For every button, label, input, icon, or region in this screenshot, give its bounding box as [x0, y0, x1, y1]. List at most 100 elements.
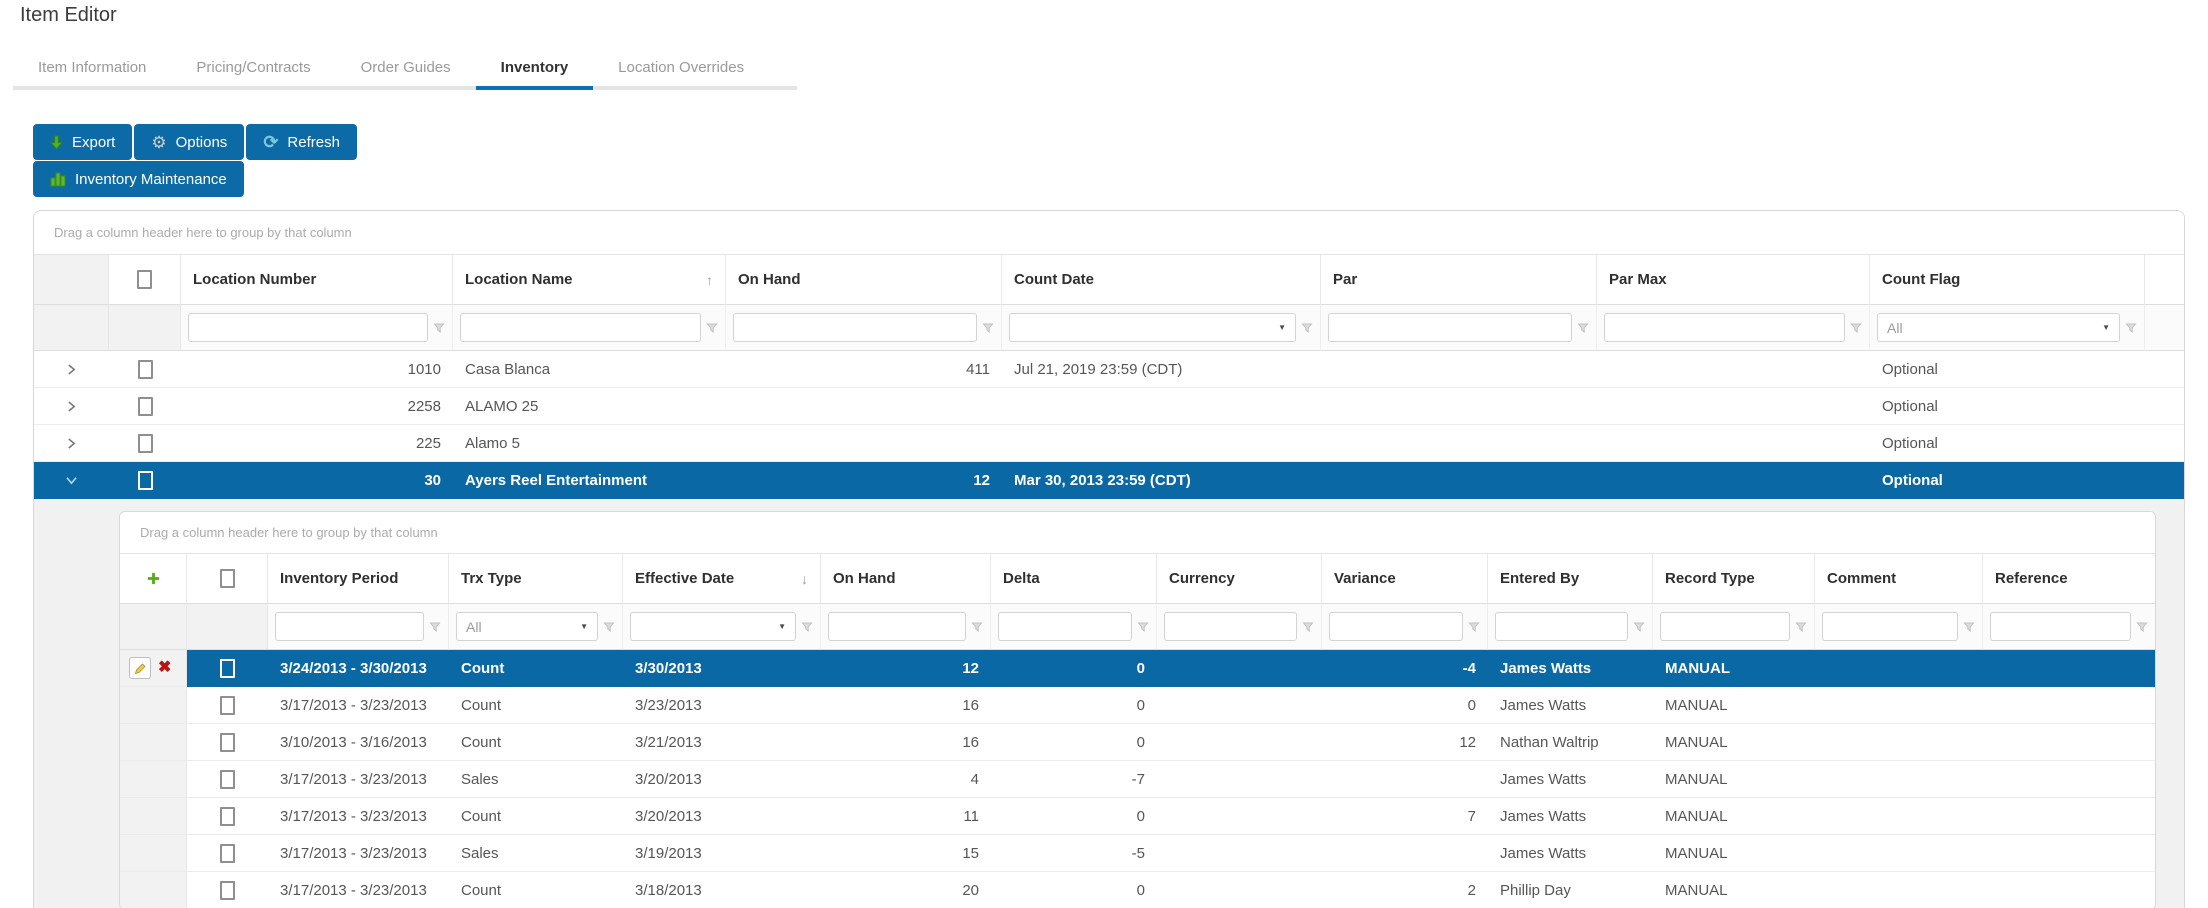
row-checkbox[interactable]: [220, 733, 235, 752]
column-header-on-hand[interactable]: On Hand: [821, 554, 991, 604]
inventory-period-filter-input[interactable]: [275, 612, 424, 641]
column-header-inventory-period[interactable]: Inventory Period: [268, 554, 449, 604]
locations-group-panel[interactable]: Drag a column header here to group by th…: [34, 211, 2184, 255]
column-header-par-max[interactable]: Par Max: [1597, 255, 1870, 305]
row-checkbox[interactable]: [220, 770, 235, 789]
row-checkbox-cell[interactable]: [187, 687, 268, 724]
row-checkbox[interactable]: [220, 659, 235, 678]
column-header-count-flag[interactable]: Count Flag: [1870, 255, 2145, 305]
tab-location-overrides[interactable]: Location Overrides: [593, 52, 769, 86]
filter-funnel-icon[interactable]: [1963, 621, 1975, 633]
row-checkbox-cell[interactable]: [109, 351, 181, 388]
column-header-reference[interactable]: Reference: [1983, 554, 2155, 604]
edit-icon[interactable]: [129, 657, 151, 679]
tab-item-information[interactable]: Item Information: [13, 52, 171, 86]
transaction-row[interactable]: 3/10/2013 - 3/16/2013 Count 3/21/2013 16…: [120, 724, 2155, 761]
filter-funnel-icon[interactable]: [433, 322, 445, 334]
location-row-alamo-5[interactable]: 225 Alamo 5 Optional: [34, 425, 2184, 462]
row-checkbox-cell[interactable]: [187, 761, 268, 798]
par-filter-input[interactable]: [1328, 313, 1572, 342]
filter-funnel-icon[interactable]: [1577, 322, 1589, 334]
filter-funnel-icon[interactable]: [1468, 621, 1480, 633]
filter-funnel-icon[interactable]: [2136, 621, 2148, 633]
filter-funnel-icon[interactable]: [982, 322, 994, 334]
location-row-alamo-25[interactable]: 2258 ALAMO 25 Optional: [34, 388, 2184, 425]
row-checkbox-cell[interactable]: [109, 425, 181, 462]
row-checkbox[interactable]: [220, 696, 235, 715]
refresh-button[interactable]: ⟳ Refresh: [246, 124, 357, 160]
row-checkbox-cell[interactable]: [109, 388, 181, 425]
filter-funnel-icon[interactable]: [429, 621, 441, 633]
count-date-filter-select[interactable]: ▼: [1009, 313, 1296, 342]
delta-filter-input[interactable]: [998, 612, 1132, 641]
filter-funnel-icon[interactable]: [603, 621, 615, 633]
reference-filter-input[interactable]: [1990, 612, 2131, 641]
filter-funnel-icon[interactable]: [801, 621, 813, 633]
variance-filter-input[interactable]: [1329, 612, 1463, 641]
on-hand-filter-input[interactable]: [828, 612, 966, 641]
record-type-filter-input[interactable]: [1660, 612, 1790, 641]
transaction-row[interactable]: 3/17/2013 - 3/23/2013 Sales 3/19/2013 15…: [120, 835, 2155, 872]
filter-funnel-icon[interactable]: [1850, 322, 1862, 334]
column-header-record-type[interactable]: Record Type: [1653, 554, 1815, 604]
entered-by-filter-input[interactable]: [1495, 612, 1628, 641]
row-checkbox[interactable]: [220, 807, 235, 826]
trx-type-filter-select[interactable]: All▼: [456, 612, 598, 641]
row-checkbox-cell[interactable]: [109, 462, 181, 499]
location-row-ayers-reel-entertainment[interactable]: 30 Ayers Reel Entertainment 12 Mar 30, 2…: [34, 462, 2184, 499]
filter-funnel-icon[interactable]: [971, 621, 983, 633]
on-hand-filter-input[interactable]: [733, 313, 977, 342]
tab-pricing-contracts[interactable]: Pricing/Contracts: [171, 52, 335, 86]
filter-funnel-icon[interactable]: [1302, 621, 1314, 633]
count-flag-filter-select[interactable]: All▼: [1877, 313, 2120, 342]
row-checkbox[interactable]: [138, 397, 153, 416]
row-checkbox-cell[interactable]: [187, 872, 268, 908]
transaction-row[interactable]: 3/17/2013 - 3/23/2013 Count 3/18/2013 20…: [120, 872, 2155, 908]
transaction-row[interactable]: 3/17/2013 - 3/23/2013 Count 3/23/2013 16…: [120, 687, 2155, 724]
column-header-trx-type[interactable]: Trx Type: [449, 554, 623, 604]
filter-funnel-icon[interactable]: [1795, 621, 1807, 633]
column-header-entered-by[interactable]: Entered By: [1488, 554, 1653, 604]
delete-icon[interactable]: ✖: [158, 660, 171, 676]
select-all-column-header[interactable]: [109, 255, 181, 305]
location-row-casa-blanca[interactable]: 1010 Casa Blanca 411 Jul 21, 2019 23:59 …: [34, 351, 2184, 388]
filter-funnel-icon[interactable]: [706, 322, 718, 334]
row-checkbox-cell[interactable]: [187, 724, 268, 761]
row-checkbox-cell[interactable]: [187, 650, 268, 687]
column-header-location-number[interactable]: Location Number: [181, 255, 453, 305]
filter-funnel-icon[interactable]: [1633, 621, 1645, 633]
filter-funnel-icon[interactable]: [1137, 621, 1149, 633]
effective-date-filter-select[interactable]: ▼: [630, 612, 796, 641]
export-button[interactable]: Export: [33, 124, 132, 160]
tab-order-guides[interactable]: Order Guides: [336, 52, 476, 86]
column-header-comment[interactable]: Comment: [1815, 554, 1983, 604]
row-checkbox-cell[interactable]: [187, 835, 268, 872]
row-checkbox[interactable]: [138, 360, 153, 379]
select-all-checkbox[interactable]: [137, 270, 152, 289]
add-row-column-header[interactable]: [120, 554, 187, 604]
row-checkbox[interactable]: [138, 434, 153, 453]
row-checkbox[interactable]: [138, 471, 153, 490]
column-header-currency[interactable]: Currency: [1157, 554, 1322, 604]
transaction-row[interactable]: 3/17/2013 - 3/23/2013 Sales 3/20/2013 4 …: [120, 761, 2155, 798]
column-header-count-date[interactable]: Count Date: [1002, 255, 1321, 305]
column-header-delta[interactable]: Delta: [991, 554, 1157, 604]
filter-funnel-icon[interactable]: [2125, 322, 2137, 334]
currency-filter-input[interactable]: [1164, 612, 1297, 641]
select-all-column-header[interactable]: [187, 554, 268, 604]
row-checkbox[interactable]: [220, 881, 235, 900]
column-header-effective-date[interactable]: Effective Date↓: [623, 554, 821, 604]
transactions-group-panel[interactable]: Drag a column header here to group by th…: [120, 512, 2155, 554]
expand-cell[interactable]: [34, 388, 109, 425]
transaction-row[interactable]: 3/17/2013 - 3/23/2013 Count 3/20/2013 11…: [120, 798, 2155, 835]
expand-cell[interactable]: [34, 425, 109, 462]
column-header-on-hand[interactable]: On Hand: [726, 255, 1002, 305]
par-max-filter-input[interactable]: [1604, 313, 1845, 342]
location-number-filter-input[interactable]: [188, 313, 428, 342]
comment-filter-input[interactable]: [1822, 612, 1958, 641]
location-name-filter-input[interactable]: [460, 313, 701, 342]
column-header-par[interactable]: Par: [1321, 255, 1597, 305]
select-all-checkbox[interactable]: [220, 569, 235, 588]
expand-cell[interactable]: [34, 351, 109, 388]
row-checkbox[interactable]: [220, 844, 235, 863]
